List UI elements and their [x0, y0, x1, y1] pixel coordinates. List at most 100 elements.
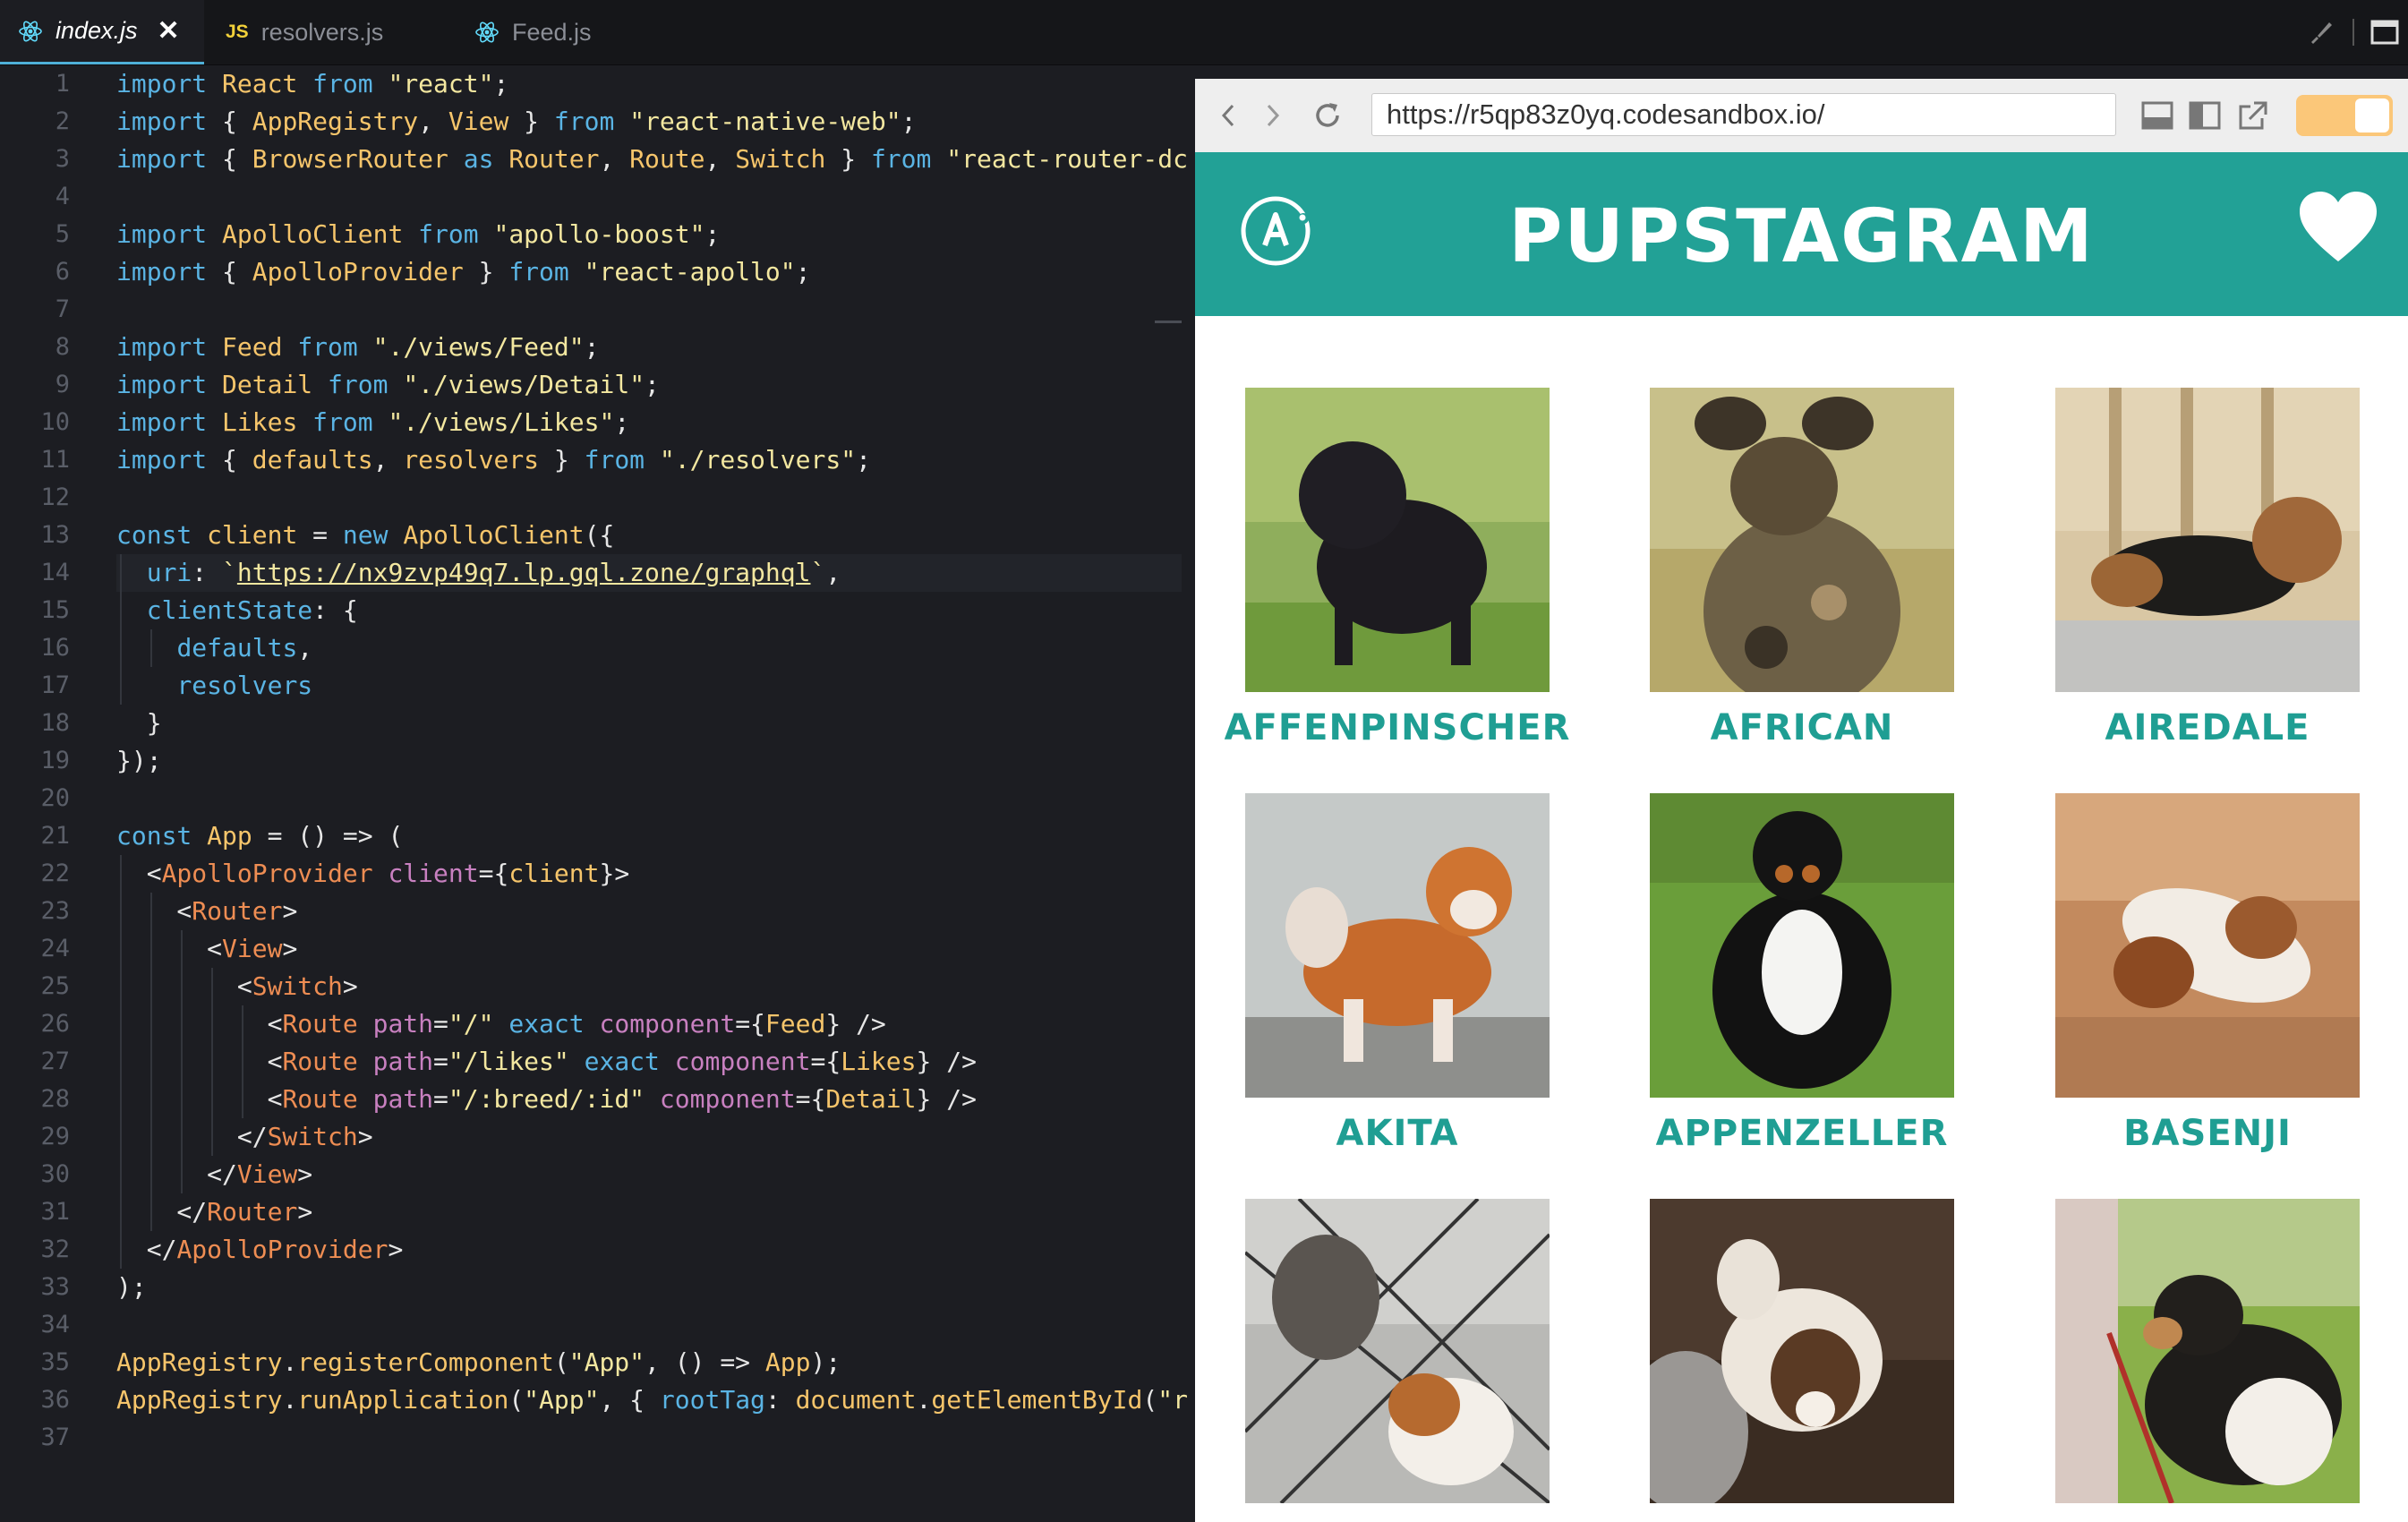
line-number: 4 [55, 183, 70, 210]
code-line[interactable]: import { BrowserRouter as Router, Route,… [116, 141, 1188, 178]
code-line[interactable]: import { ApolloProvider } from "react-ap… [116, 253, 811, 291]
line-number: 19 [40, 747, 70, 774]
address-bar[interactable]: https://r5qp83z0yq.codesandbox.io/ [1371, 93, 2116, 136]
editor-tab-bar: index.js ✕ JS resolvers.js Feed.js [0, 0, 2408, 65]
dog-photo [1650, 388, 1954, 692]
code-line[interactable]: import ApolloClient from "apollo-boost"; [116, 216, 720, 253]
code-line[interactable]: AppRegistry.runApplication("App", { root… [116, 1381, 1188, 1419]
line-number: 8 [55, 333, 70, 361]
indent-guide [150, 629, 152, 667]
line-number: 27 [40, 1047, 70, 1075]
code-line[interactable]: import { AppRegistry, View } from "react… [116, 103, 917, 141]
code-line[interactable]: <Router> [116, 893, 297, 930]
close-tab-icon[interactable]: ✕ [158, 15, 180, 47]
code-line[interactable]: AppRegistry.registerComponent("App", () … [116, 1344, 841, 1381]
line-number: 17 [40, 671, 70, 699]
code-editor[interactable]: 1 2 3 4 5 6 7 8 9 10 11 12 13 14 15 16 17 18 19 20 21 22 23 24 2… [0, 65, 1195, 1522]
address-url: https://r5qp83z0yq.codesandbox.io/ [1387, 98, 1825, 130]
dog-photo [1650, 1199, 1954, 1503]
line-number: 11 [40, 446, 70, 474]
code-line[interactable]: <Route path="/:breed/:id" component={Det… [116, 1081, 977, 1118]
app-header: PUPSTAGRAM [1195, 152, 2408, 316]
indent-guide [120, 554, 122, 705]
code-line[interactable]: clientState: { [116, 592, 358, 629]
dog-photo [1650, 793, 1954, 1098]
line-number: 36 [40, 1386, 70, 1414]
breed-name: Basenji [2123, 1113, 2292, 1154]
line-number: 21 [40, 822, 70, 850]
code-line[interactable]: resolvers [116, 667, 312, 705]
reload-icon[interactable] [1310, 97, 1345, 134]
code-line[interactable]: </Router> [116, 1193, 312, 1231]
line-number: 16 [40, 634, 70, 662]
browser-preview: https://r5qp83z0yq.codesandbox.io/ PUPST… [1195, 79, 2408, 1522]
indent-guide [181, 930, 183, 1193]
preview-toggle[interactable] [2296, 95, 2393, 136]
breed-name: Affenpinscher [1224, 707, 1571, 748]
dog-photo [1245, 1199, 1550, 1503]
code-line[interactable]: import Detail from "./views/Detail"; [116, 366, 660, 404]
code-line[interactable]: </ApolloProvider> [116, 1231, 404, 1269]
forward-icon[interactable] [1260, 97, 1286, 134]
dog-photo [2055, 388, 2360, 692]
code-line[interactable]: <Switch> [116, 968, 358, 1005]
code-line[interactable]: } [116, 705, 162, 742]
separator [2352, 0, 2354, 64]
line-number: 1 [55, 70, 70, 98]
line-number: 33 [40, 1273, 70, 1301]
code-line[interactable]: }); [116, 742, 162, 780]
console-icon[interactable] [2139, 97, 2175, 134]
heart-icon[interactable] [2298, 190, 2378, 265]
line-number: 32 [40, 1236, 70, 1263]
line-number: 37 [40, 1424, 70, 1451]
code-line[interactable]: <Route path="/likes" exact component={Li… [116, 1043, 977, 1081]
indent-guide [120, 855, 122, 1269]
toggle-knob [2355, 98, 2389, 133]
indent-guide [150, 893, 152, 1231]
js-icon: JS [226, 21, 249, 42]
line-number: 12 [40, 483, 70, 511]
line-number: 9 [55, 371, 70, 398]
line-number: 7 [55, 295, 70, 323]
breed-name: Appenzeller [1655, 1113, 1949, 1154]
line-number: 18 [40, 709, 70, 737]
code-line[interactable]: uri: `https://nx9zvp49q7.lp.gql.zone/gra… [116, 554, 841, 592]
dog-photo [1245, 793, 1550, 1098]
tab-feed-js[interactable]: Feed.js [474, 0, 592, 64]
code-line[interactable]: const client = new ApolloClient({ [116, 517, 614, 554]
code-line[interactable]: <Route path="/" exact component={Feed} /… [116, 1005, 886, 1043]
breed-name: African [1710, 707, 1894, 748]
layout-icon[interactable] [2187, 97, 2223, 134]
code-line[interactable]: import React from "react"; [116, 65, 508, 103]
code-line[interactable]: import Feed from "./views/Feed"; [116, 329, 599, 366]
breed-name: Akita [1336, 1113, 1459, 1154]
tab-index-js[interactable]: index.js ✕ [0, 0, 204, 64]
line-number: 10 [40, 408, 70, 436]
tab-label: Feed.js [512, 18, 592, 46]
code-line[interactable]: import Likes from "./views/Likes"; [116, 404, 629, 441]
tab-label: index.js [56, 17, 138, 44]
tab-label: resolvers.js [260, 18, 384, 46]
line-number: 15 [40, 596, 70, 624]
line-number: 6 [55, 258, 70, 286]
brush-icon[interactable] [2308, 0, 2335, 64]
code-line[interactable]: const App = () => ( [116, 817, 403, 855]
code-line[interactable]: import { defaults, resolvers } from "./r… [116, 441, 871, 479]
indent-guide [211, 968, 213, 1156]
line-number: 26 [40, 1010, 70, 1038]
line-number: 5 [55, 220, 70, 248]
app-title: PUPSTAGRAM [1508, 194, 2095, 279]
code-line[interactable]: <ApolloProvider client={client}> [116, 855, 630, 893]
dog-photo [1245, 388, 1550, 692]
code-line[interactable]: </View> [116, 1156, 312, 1193]
back-icon[interactable] [1215, 97, 1242, 134]
code-line[interactable]: ); [116, 1269, 147, 1306]
code-line[interactable]: defaults, [116, 629, 312, 667]
maximize-icon[interactable] [2370, 0, 2399, 64]
indent-guide [242, 1005, 243, 1118]
tab-resolvers-js[interactable]: JS resolvers.js [226, 0, 383, 64]
open-external-icon[interactable] [2235, 97, 2271, 134]
line-number: 23 [40, 897, 70, 925]
code-line[interactable]: </Switch> [116, 1118, 373, 1156]
code-line[interactable]: <View> [116, 930, 297, 968]
